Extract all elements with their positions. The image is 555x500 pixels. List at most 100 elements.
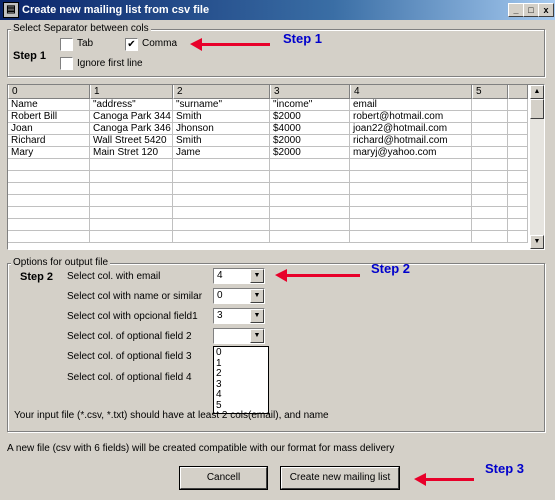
maximize-button[interactable]: □ xyxy=(523,3,539,17)
table-cell[interactable]: Main Stret 120 xyxy=(90,147,173,159)
dropdown-option[interactable]: 2 xyxy=(214,368,268,379)
cancel-button[interactable]: Cancell xyxy=(179,466,268,490)
table-cell[interactable] xyxy=(8,183,90,195)
table-row[interactable] xyxy=(8,195,528,207)
table-cell[interactable] xyxy=(173,219,270,231)
table-cell[interactable]: Mary xyxy=(8,147,90,159)
grid-vertical-scrollbar[interactable]: ▲ ▼ xyxy=(530,85,544,249)
csv-preview-grid[interactable]: 012345 Name "address" "surname" "income" ema… xyxy=(7,84,545,250)
table-cell[interactable] xyxy=(508,183,528,195)
table-cell[interactable] xyxy=(8,207,90,219)
table-cell[interactable]: "income" xyxy=(270,99,350,111)
minimize-button[interactable]: _ xyxy=(508,3,524,17)
table-cell[interactable] xyxy=(350,219,472,231)
table-row[interactable] xyxy=(8,183,528,195)
table-cell[interactable] xyxy=(8,159,90,171)
table-cell[interactable] xyxy=(90,231,173,243)
scroll-thumb[interactable] xyxy=(530,99,544,119)
table-cell[interactable]: Richard xyxy=(8,135,90,147)
table-cell[interactable] xyxy=(350,231,472,243)
table-cell[interactable] xyxy=(472,111,508,123)
table-cell[interactable] xyxy=(350,159,472,171)
column-select[interactable]: 0 ▼ xyxy=(213,288,265,304)
table-cell[interactable] xyxy=(508,159,528,171)
column-select[interactable]: ▼ xyxy=(213,328,265,344)
table-cell[interactable] xyxy=(90,171,173,183)
table-cell[interactable] xyxy=(90,207,173,219)
table-row[interactable] xyxy=(8,219,528,231)
dropdown-option[interactable]: 1 xyxy=(214,358,268,369)
table-cell[interactable] xyxy=(8,171,90,183)
chevron-down-icon[interactable]: ▼ xyxy=(250,289,264,303)
table-cell[interactable]: Canoga Park 344 xyxy=(90,111,173,123)
table-cell[interactable]: richard@hotmail.com xyxy=(350,135,472,147)
table-cell[interactable] xyxy=(508,231,528,243)
table-row[interactable]: Richard Wall Street 5420 Smith $2000 richard… xyxy=(8,135,528,147)
table-row[interactable]: Mary Main Stret 120 Jame $2000 maryj@yahoo.… xyxy=(8,147,528,159)
table-cell[interactable]: "surname" xyxy=(173,99,270,111)
table-row[interactable]: Joan Canoga Park 346 Jhonson $4000 joan22@h… xyxy=(8,123,528,135)
table-cell[interactable]: Jhonson xyxy=(173,123,270,135)
table-cell[interactable] xyxy=(472,135,508,147)
table-cell[interactable] xyxy=(472,123,508,135)
table-row[interactable] xyxy=(8,207,528,219)
table-cell[interactable] xyxy=(173,183,270,195)
table-cell[interactable] xyxy=(508,123,528,135)
table-cell[interactable]: Joan xyxy=(8,123,90,135)
table-cell[interactable] xyxy=(270,219,350,231)
table-cell[interactable] xyxy=(8,231,90,243)
table-cell[interactable] xyxy=(270,195,350,207)
table-cell[interactable]: email xyxy=(350,99,472,111)
table-cell[interactable] xyxy=(472,207,508,219)
table-cell[interactable]: $2000 xyxy=(270,147,350,159)
table-row[interactable] xyxy=(8,231,528,243)
grid-column-header[interactable] xyxy=(508,85,528,99)
grid-column-header[interactable]: 1 xyxy=(90,85,173,99)
dropdown-option[interactable]: 4 xyxy=(214,389,268,400)
table-cell[interactable] xyxy=(173,207,270,219)
table-cell[interactable] xyxy=(508,219,528,231)
table-cell[interactable]: $4000 xyxy=(270,123,350,135)
table-cell[interactable]: $2000 xyxy=(270,111,350,123)
table-cell[interactable] xyxy=(472,195,508,207)
table-cell[interactable] xyxy=(8,219,90,231)
table-cell[interactable] xyxy=(508,195,528,207)
chevron-down-icon[interactable]: ▼ xyxy=(250,309,264,323)
grid-column-header[interactable]: 4 xyxy=(350,85,472,99)
scroll-up-button[interactable]: ▲ xyxy=(530,85,544,99)
grid-column-header[interactable]: 5 xyxy=(472,85,508,99)
table-cell[interactable]: Name xyxy=(8,99,90,111)
table-cell[interactable] xyxy=(173,171,270,183)
column-select[interactable]: 3 ▼ xyxy=(213,308,265,324)
table-cell[interactable] xyxy=(270,159,350,171)
table-cell[interactable] xyxy=(472,183,508,195)
table-row[interactable] xyxy=(8,159,528,171)
table-cell[interactable] xyxy=(350,207,472,219)
table-cell[interactable] xyxy=(350,183,472,195)
dropdown-option[interactable]: 5 xyxy=(214,400,268,411)
tab-checkbox[interactable] xyxy=(60,38,73,51)
table-cell[interactable] xyxy=(173,159,270,171)
create-mailing-list-button[interactable]: Create new mailing list xyxy=(280,466,400,490)
table-cell[interactable] xyxy=(472,231,508,243)
table-row[interactable]: Robert Bill Canoga Park 344 Smith $2000 rob… xyxy=(8,111,528,123)
table-cell[interactable] xyxy=(472,171,508,183)
table-cell[interactable] xyxy=(8,195,90,207)
table-cell[interactable] xyxy=(270,231,350,243)
table-cell[interactable]: Robert Bill xyxy=(8,111,90,123)
table-cell[interactable] xyxy=(350,195,472,207)
dropdown-option[interactable]: 0 xyxy=(214,347,268,358)
ignore-first-line-checkbox[interactable] xyxy=(60,57,73,70)
table-cell[interactable] xyxy=(270,183,350,195)
table-cell[interactable] xyxy=(90,183,173,195)
table-cell[interactable]: $2000 xyxy=(270,135,350,147)
column-select[interactable]: 4 ▼ xyxy=(213,268,265,284)
table-row[interactable] xyxy=(8,171,528,183)
app-icon[interactable]: ▤ xyxy=(3,2,19,18)
table-cell[interactable] xyxy=(508,147,528,159)
table-cell[interactable] xyxy=(90,195,173,207)
table-cell[interactable] xyxy=(270,171,350,183)
dropdown-option[interactable]: 3 xyxy=(214,379,268,390)
table-cell[interactable]: robert@hotmail.com xyxy=(350,111,472,123)
table-cell[interactable] xyxy=(90,219,173,231)
